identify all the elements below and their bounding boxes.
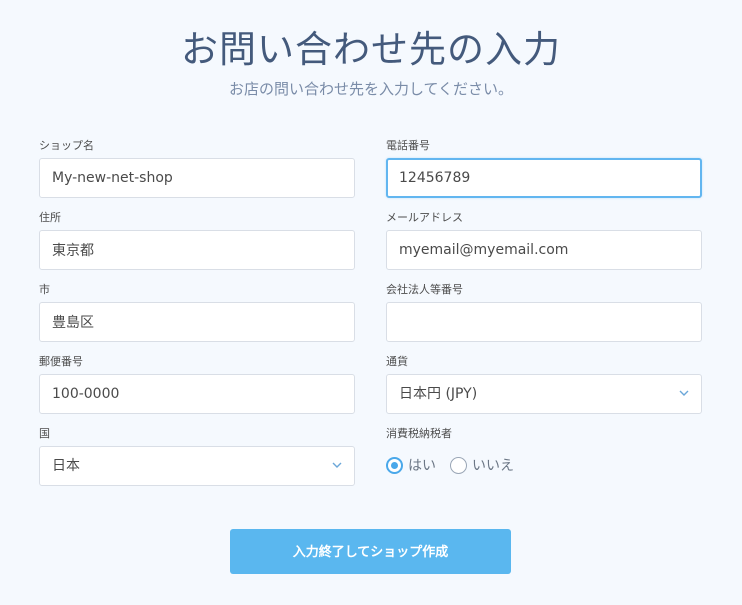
tax-payer-option-yes[interactable]: はい: [386, 455, 438, 477]
shop-name-input[interactable]: [39, 158, 355, 198]
chevron-down-icon: [332, 462, 342, 468]
corporate-number-input[interactable]: [386, 302, 702, 342]
email-input[interactable]: [386, 230, 702, 270]
radio-icon: [450, 457, 467, 474]
city-label: 市: [39, 283, 50, 296]
postal-code-input[interactable]: [39, 374, 355, 414]
address-label: 住所: [39, 211, 61, 224]
country-label: 国: [39, 427, 50, 440]
page-subtitle: お店の問い合わせ先を入力してください。: [228, 80, 514, 98]
radio-selected-dot: [391, 462, 398, 469]
currency-label: 通貨: [386, 355, 408, 368]
corporate-number-label: 会社法人等番号: [386, 283, 463, 296]
tax-payer-label: 消費税納税者: [386, 427, 452, 440]
address-input[interactable]: [39, 230, 355, 270]
phone-label: 電話番号: [386, 139, 430, 152]
chevron-down-icon: [679, 390, 689, 396]
phone-input[interactable]: [386, 158, 702, 198]
postal-code-label: 郵便番号: [39, 355, 83, 368]
country-selected-value: 日本: [52, 458, 80, 474]
country-select[interactable]: 日本: [39, 446, 355, 486]
currency-selected-value: 日本円 (JPY): [399, 386, 478, 402]
radio-icon: [386, 457, 403, 474]
tax-payer-option-yes-label: はい: [408, 458, 436, 474]
tax-payer-option-no-label: いいえ: [472, 458, 514, 474]
shop-name-label: ショップ名: [39, 139, 94, 152]
tax-payer-option-no[interactable]: いいえ: [450, 455, 518, 477]
email-label: メールアドレス: [386, 211, 463, 224]
page-title: お問い合わせ先の入力: [181, 28, 561, 71]
create-shop-button[interactable]: 入力終了してショップ作成: [230, 529, 511, 574]
city-input[interactable]: [39, 302, 355, 342]
currency-select[interactable]: 日本円 (JPY): [386, 374, 702, 414]
